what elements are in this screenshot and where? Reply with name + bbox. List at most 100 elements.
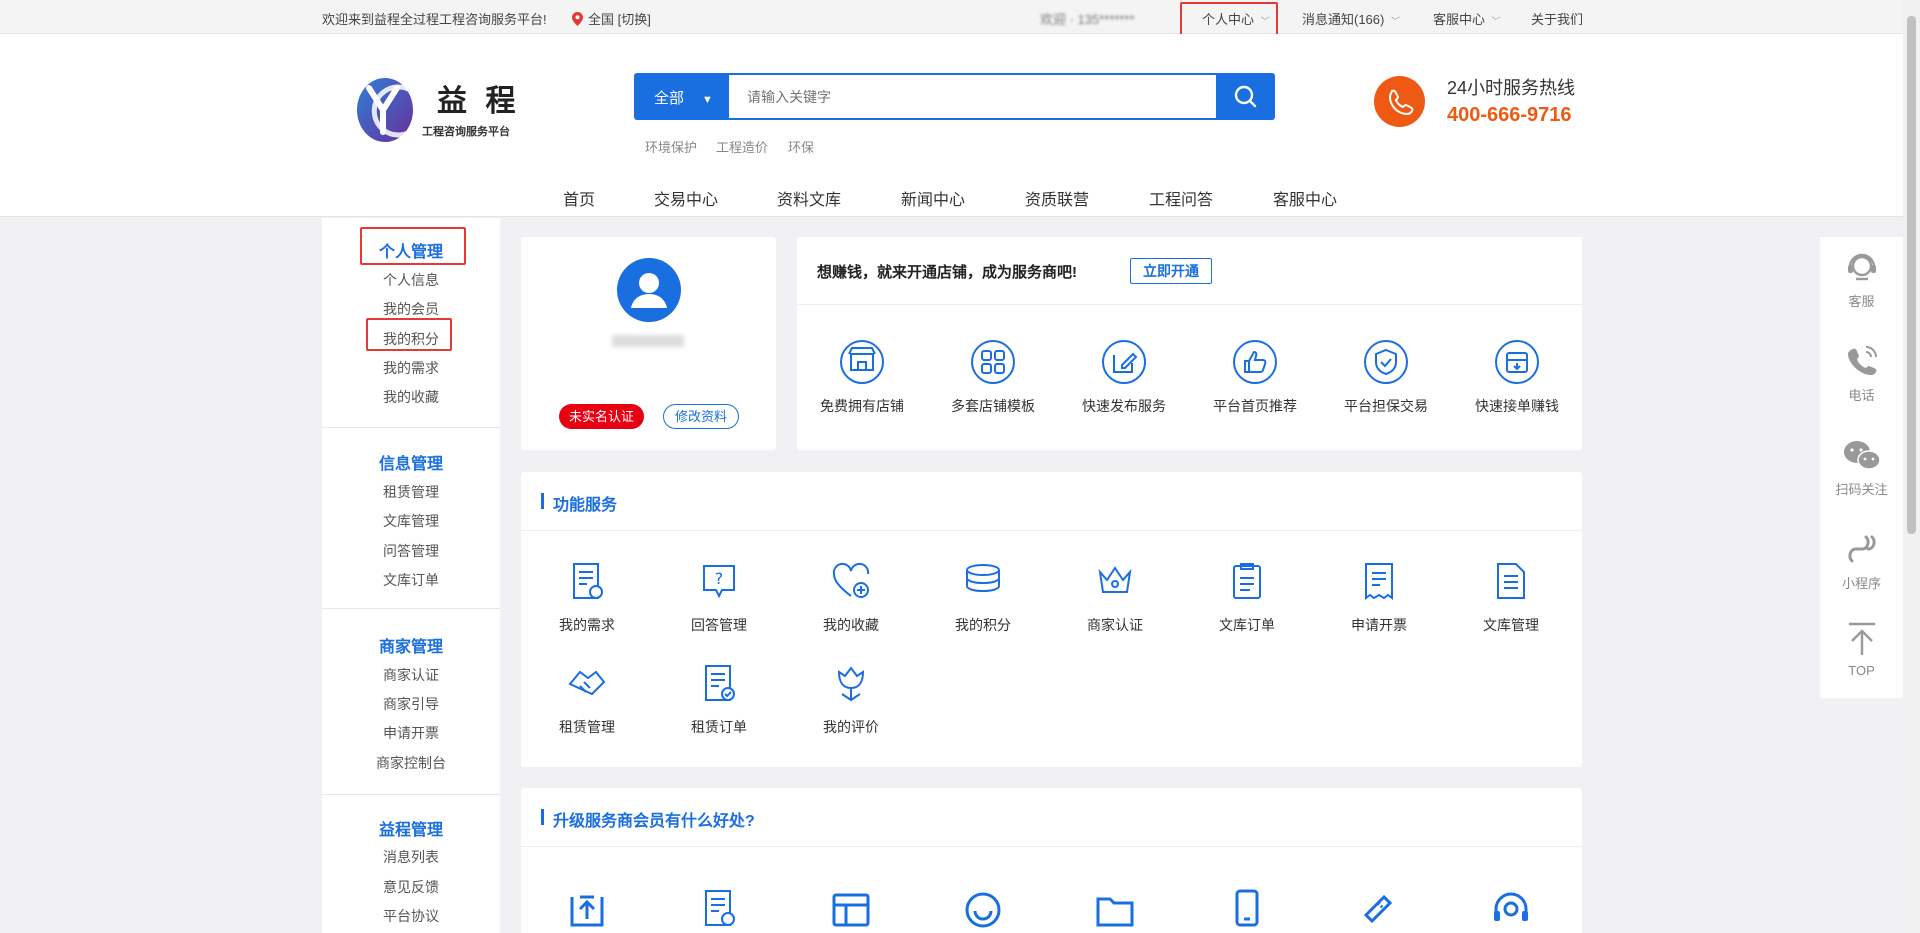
chevron-down-icon: ▼ xyxy=(702,94,713,106)
function-item[interactable]: 我的积分 xyxy=(928,558,1038,642)
wechat-follow-button[interactable]: 扫码关注 xyxy=(1820,425,1903,519)
receipt-icon xyxy=(1365,563,1393,600)
tmpl-icon xyxy=(832,893,870,927)
upgrade-benefit-item[interactable] xyxy=(1324,885,1434,933)
promo-feature-item[interactable]: 快速接单赚钱 xyxy=(1462,339,1572,423)
store-icon xyxy=(840,340,884,384)
sidebar-item-invoice[interactable]: 申请开票 xyxy=(322,723,500,743)
upgrade-benefit-item[interactable] xyxy=(796,885,906,933)
function-item[interactable]: 租赁管理 xyxy=(532,660,642,744)
username-redacted xyxy=(612,335,684,347)
back-to-top-button[interactable]: TOP xyxy=(1820,613,1903,698)
nav-item-service[interactable]: 客服中心 xyxy=(1273,186,1337,210)
promo-feature-item[interactable]: 平台首页推荐 xyxy=(1200,339,1310,423)
icon-label: 商家认证 xyxy=(1087,617,1143,633)
search-scope-select[interactable]: 全部 ▼ xyxy=(634,73,729,120)
open-store-button[interactable]: 立即开通 xyxy=(1130,258,1212,284)
hot-keyword[interactable]: 工程造价 xyxy=(716,137,768,156)
headset-icon xyxy=(1848,253,1876,281)
avatar[interactable] xyxy=(617,258,681,322)
sidebar-item-favorites[interactable]: 我的收藏 xyxy=(322,387,500,407)
mini-program-button[interactable]: 小程序 xyxy=(1820,519,1903,613)
sidebar-item-messages[interactable]: 消息列表 xyxy=(322,847,500,867)
edit-profile-button[interactable]: 修改资料 xyxy=(663,404,740,429)
upgrade-benefit-item[interactable] xyxy=(1456,885,1566,933)
hot-keyword[interactable]: 环境保护 xyxy=(645,137,697,156)
sidebar-item-agreement[interactable]: 平台协议 xyxy=(322,906,500,926)
upgrade-benefit-item[interactable] xyxy=(532,885,642,933)
arrow-up-icon xyxy=(1849,622,1875,655)
upgrade-benefit-item[interactable] xyxy=(1192,885,1302,933)
promo-feature-item[interactable]: 免费拥有店铺 xyxy=(807,339,917,423)
function-item[interactable]: 我的评价 xyxy=(796,660,906,744)
search-button[interactable] xyxy=(1216,73,1275,120)
messages-menu[interactable]: 消息通知(166) ﹀ xyxy=(1302,9,1398,28)
sidebar-item-needs[interactable]: 我的需求 xyxy=(322,358,500,378)
function-item[interactable]: ? 回答管理 xyxy=(664,558,774,642)
sidebar-item-profile[interactable]: 个人信息 xyxy=(322,270,500,290)
wechat-follow-label: 扫码关注 xyxy=(1835,482,1888,497)
page-scrollbar[interactable] xyxy=(1903,0,1920,933)
hot-keyword[interactable]: 环保 xyxy=(788,137,814,156)
brand-subtitle: 工程咨询服务平台 xyxy=(422,126,510,138)
sidebar-section-title[interactable]: 信息管理 xyxy=(322,450,500,474)
sidebar-section-title[interactable]: 商家管理 xyxy=(322,633,500,657)
sidebar-item-merchant-console[interactable]: 商家控制台 xyxy=(322,753,500,773)
function-item[interactable]: 我的需求 xyxy=(532,558,642,642)
highlight-box-personal-management xyxy=(360,227,466,265)
list-icon xyxy=(1233,563,1261,599)
mini-program-icon xyxy=(1848,535,1876,563)
about-link[interactable]: 关于我们 xyxy=(1531,9,1583,28)
sidebar-item-qa[interactable]: 问答管理 xyxy=(322,541,500,561)
function-item[interactable]: 商家认证 xyxy=(1060,558,1170,642)
promo-feature-item[interactable]: 平台担保交易 xyxy=(1331,339,1441,423)
sidebar-item-feedback[interactable]: 意见反馈 xyxy=(322,877,500,897)
unverified-badge[interactable]: 未实名认证 xyxy=(559,404,645,429)
function-item[interactable]: 我的收藏 xyxy=(796,558,906,642)
promo-feature-item[interactable]: 快速发布服务 xyxy=(1069,339,1179,423)
docok-icon xyxy=(705,665,735,701)
upgrade-benefit-item[interactable] xyxy=(664,885,774,933)
search-input[interactable] xyxy=(729,73,1216,120)
upload-icon xyxy=(570,895,604,927)
user-greeting: 欢迎 · 135******* xyxy=(1040,12,1135,27)
box-icon xyxy=(1495,340,1539,384)
upgrade-benefit-item[interactable] xyxy=(1060,885,1170,933)
nav-item-home[interactable]: 首页 xyxy=(563,186,595,210)
sidebar-item-library-orders[interactable]: 文库订单 xyxy=(322,570,500,590)
section-title: 功能服务 xyxy=(553,497,618,514)
divider xyxy=(797,304,1582,305)
sidebar-item-library[interactable]: 文库管理 xyxy=(322,511,500,531)
nav-item-trade[interactable]: 交易中心 xyxy=(654,186,718,210)
function-item[interactable]: 申请开票 xyxy=(1324,558,1434,642)
icon-label: 平台担保交易 xyxy=(1344,398,1428,414)
sidebar-item-merchant-guide[interactable]: 商家引导 xyxy=(322,694,500,714)
nav-item-news[interactable]: 新闻中心 xyxy=(901,186,965,210)
sidebar-item-merchant-cert[interactable]: 商家认证 xyxy=(322,665,500,685)
sidebar-section-title[interactable]: 益程管理 xyxy=(322,816,500,840)
search-icon xyxy=(1234,85,1257,108)
nav-item-qualification[interactable]: 资质联营 xyxy=(1025,186,1089,210)
nav-item-library[interactable]: 资料文库 xyxy=(777,186,841,210)
sidebar-item-rental[interactable]: 租赁管理 xyxy=(322,482,500,502)
customer-service-button[interactable]: 客服 xyxy=(1820,237,1903,331)
icon-label: 快速接单赚钱 xyxy=(1475,398,1559,414)
function-item[interactable]: 租赁订单 xyxy=(664,660,774,744)
service-center-label: 客服中心 xyxy=(1433,12,1486,27)
location-switch[interactable]: 全国 [切换] xyxy=(572,9,651,28)
headset-icon xyxy=(1494,892,1528,921)
customer-service-label: 客服 xyxy=(1848,294,1875,309)
phone-button[interactable]: 电话 xyxy=(1820,331,1903,425)
service-center-menu[interactable]: 客服中心 ﹀ xyxy=(1433,9,1499,28)
sidebar-item-membership[interactable]: 我的会员 xyxy=(322,299,500,319)
doc-icon xyxy=(705,890,735,926)
section-marker xyxy=(541,493,544,509)
brand-logo[interactable] xyxy=(355,70,419,144)
scrollbar-thumb[interactable] xyxy=(1907,16,1916,534)
upgrade-benefit-item[interactable] xyxy=(928,885,1038,933)
promo-feature-item[interactable]: 多套店铺模板 xyxy=(938,339,1048,423)
nav-item-qa[interactable]: 工程问答 xyxy=(1149,186,1213,210)
file-icon xyxy=(1497,563,1525,599)
function-item[interactable]: 文库订单 xyxy=(1192,558,1302,642)
function-item[interactable]: 文库管理 xyxy=(1456,558,1566,642)
